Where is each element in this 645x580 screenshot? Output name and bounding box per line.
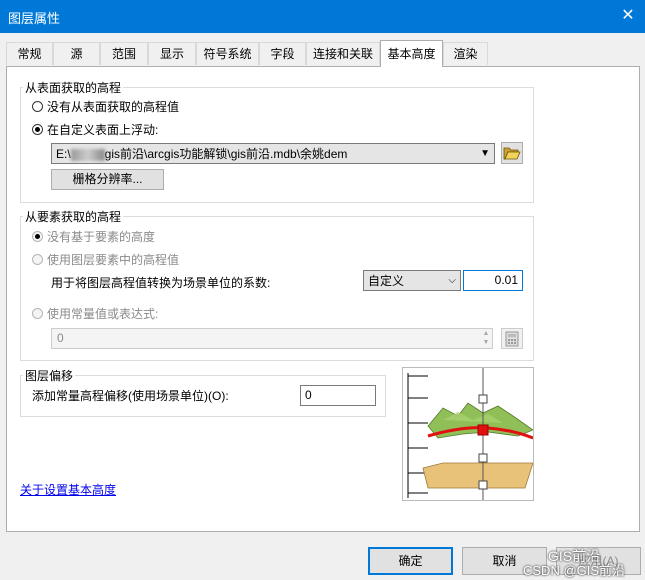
- calculator-icon: [505, 331, 519, 347]
- base-heights-help-link[interactable]: 关于设置基本高度: [20, 481, 116, 498]
- tab-source[interactable]: 源: [53, 42, 100, 65]
- spinner-icon[interactable]: ▲ ▼: [480, 329, 492, 348]
- surface-group-legend: 从表面获取的高程: [25, 81, 122, 95]
- ok-button[interactable]: 确定: [368, 547, 453, 575]
- tab-fields[interactable]: 字段: [259, 42, 306, 65]
- radio-float-surface[interactable]: 在自定义表面上浮动:: [32, 121, 158, 138]
- radio-dot: [32, 254, 43, 265]
- radio-label: 没有基于要素的高度: [47, 230, 156, 244]
- radio-dot: [32, 308, 43, 319]
- browse-surface-button[interactable]: [501, 142, 523, 164]
- chevron-down-icon: ▼: [480, 148, 490, 159]
- tab-panel: 从表面获取的高程 没有从表面获取的高程值 在自定义表面上浮动: E:\ gis前沿…: [6, 66, 640, 532]
- features-group-legend: 从要素获取的高程: [25, 210, 122, 224]
- close-icon[interactable]: ✕: [615, 4, 641, 28]
- window-title: 图层属性: [8, 11, 61, 26]
- radio-dot: [32, 101, 43, 112]
- tab-display[interactable]: 显示: [148, 42, 196, 65]
- offset-group-legend: 图层偏移: [25, 369, 74, 383]
- tab-rendering[interactable]: 渲染: [443, 42, 488, 65]
- base-height-illustration: [407, 368, 534, 500]
- path-prefix: E:\: [56, 147, 71, 161]
- radio-use-feature-elevation[interactable]: 使用图层要素中的高程值: [32, 251, 179, 268]
- unit-conversion-combo[interactable]: 自定义 ⌵: [363, 270, 461, 291]
- redacted-text: [70, 148, 105, 161]
- radio-label: 在自定义表面上浮动:: [47, 123, 159, 137]
- radio-dot: [32, 124, 43, 135]
- radio-label: 使用常量值或表达式:: [47, 307, 159, 321]
- surface-path-combo[interactable]: E:\ gis前沿\arcgis功能解锁\gis前沿.mdb\余姚dem ▼: [51, 143, 495, 164]
- tab-symbology[interactable]: 符号系统: [196, 42, 259, 65]
- path-suffix: gis前沿\arcgis功能解锁\gis前沿.mdb\余姚dem: [104, 147, 348, 161]
- unit-conversion-value: 自定义: [368, 274, 405, 288]
- radio-label: 没有从表面获取的高程值: [47, 100, 180, 114]
- offset-input[interactable]: 0: [300, 385, 376, 406]
- radio-label: 使用图层要素中的高程值: [47, 253, 180, 267]
- base-height-diagram: [402, 367, 534, 501]
- radio-no-feature-height[interactable]: 没有基于要素的高度: [32, 228, 155, 245]
- tab-general[interactable]: 常规: [6, 42, 53, 65]
- raster-resolution-button[interactable]: 栅格分辨率...: [51, 169, 164, 190]
- tab-joins[interactable]: 连接和关联: [306, 42, 380, 65]
- tab-extent[interactable]: 范围: [100, 42, 148, 65]
- watermark-csdn: CSDN @GIS前沿: [523, 563, 626, 578]
- folder-open-icon: [503, 147, 521, 160]
- radio-constant-or-expression[interactable]: 使用常量值或表达式:: [32, 305, 158, 322]
- expression-builder-button[interactable]: [501, 328, 523, 349]
- offset-label: 添加常量高程偏移(使用场景单位)(O):: [32, 389, 229, 403]
- radio-no-surface[interactable]: 没有从表面获取的高程值: [32, 98, 179, 115]
- chevron-down-icon: ⌵: [448, 275, 456, 286]
- conversion-factor-input[interactable]: 0.01: [463, 270, 523, 291]
- surface-path-value: E:\ gis前沿\arcgis功能解锁\gis前沿.mdb\余姚dem: [56, 144, 347, 164]
- title-bar: 图层属性 ✕: [0, 0, 645, 33]
- tab-base-heights[interactable]: 基本高度: [380, 40, 443, 67]
- radio-dot: [32, 231, 43, 242]
- expression-input[interactable]: 0: [51, 328, 493, 349]
- conversion-factor-label: 用于将图层高程值转换为场景单位的系数:: [51, 276, 271, 290]
